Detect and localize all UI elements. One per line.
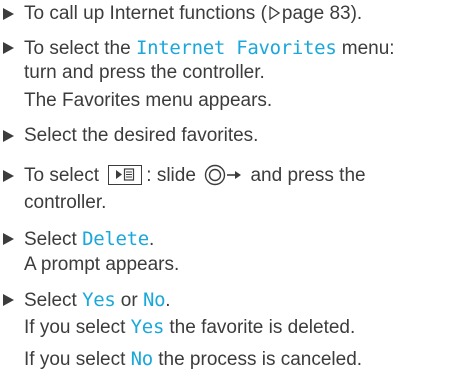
bullet-arrow-icon xyxy=(3,170,14,182)
step-text: To select the xyxy=(24,38,136,59)
step-text: Select xyxy=(24,290,83,311)
step-line: Select the desired favorites. xyxy=(24,125,259,146)
step-text: . xyxy=(148,229,155,250)
page-reference[interactable]: page 83 xyxy=(282,3,351,24)
controller-icon xyxy=(204,164,242,186)
bullet-arrow-icon xyxy=(3,130,14,142)
step-result: A prompt appears. xyxy=(24,254,180,275)
instruction-page: To call up Internet functions ( page 83).… xyxy=(0,0,463,386)
menu-label-no: No xyxy=(130,348,154,370)
step-text: and press the xyxy=(245,165,366,186)
menu-button-icon xyxy=(108,165,143,185)
step-text: the process is canceled. xyxy=(152,349,363,370)
step-text: Select xyxy=(24,229,83,250)
menu-label-delete: Delete xyxy=(82,228,149,250)
step-result: If you select No the process is canceled… xyxy=(24,347,362,371)
step-text: To call up Internet functions ( xyxy=(24,3,267,24)
step-text: If you select xyxy=(24,349,131,370)
step-text: menu: xyxy=(336,38,395,59)
page-reference-arrow-icon xyxy=(269,6,280,20)
step-text: : slide xyxy=(146,165,202,186)
step-line: To call up Internet functions ( page 83). xyxy=(24,2,362,26)
step-text: If you select xyxy=(24,317,131,338)
step-text: To select xyxy=(24,165,105,186)
menu-label-internet-favorites: Internet Favorites xyxy=(135,37,337,59)
menu-label-yes: Yes xyxy=(82,289,116,311)
bullet-arrow-icon xyxy=(3,42,14,54)
step-text: . xyxy=(165,290,171,311)
bullet-arrow-icon xyxy=(3,8,14,20)
step-line: turn and press the controller. xyxy=(24,62,265,83)
step-text: or xyxy=(115,290,143,311)
step-line: To select : slide and press the xyxy=(24,164,366,188)
menu-label-no: No xyxy=(142,289,166,311)
step-line: controller. xyxy=(24,192,107,213)
step-text: the favorite is deleted. xyxy=(164,317,356,338)
step-result: If you select Yes the favorite is delete… xyxy=(24,315,355,339)
step-line: Select Delete. xyxy=(24,227,154,251)
step-result: The Favorites menu appears. xyxy=(24,90,273,111)
step-text: ). xyxy=(350,3,363,24)
step-line: Select Yes or No. xyxy=(24,288,171,312)
step-line: To select the Internet Favorites menu: xyxy=(24,36,395,60)
menu-label-yes: Yes xyxy=(130,316,165,338)
bullet-arrow-icon xyxy=(3,233,14,245)
bullet-arrow-icon xyxy=(3,294,14,306)
